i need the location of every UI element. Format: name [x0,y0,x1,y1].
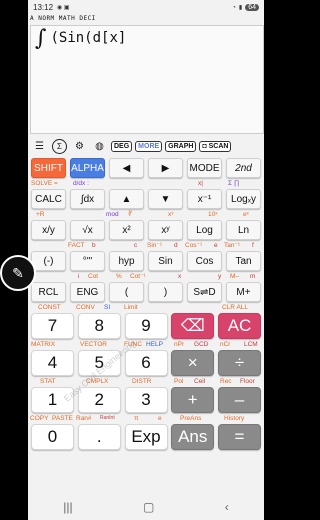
camera-icon: ◘ [202,142,207,150]
secondary-labels-7: STAT CMPLX DISTR Pol Ceil Rec Floor [40,378,255,385]
more-button[interactable]: MORE [135,140,163,152]
negative-button[interactable]: (-) [31,251,66,271]
key-7[interactable]: 7 [31,313,74,339]
gear-icon[interactable]: ⚙ [71,138,88,155]
shift-button[interactable]: SHIFT [31,158,66,178]
back-icon[interactable]: ‹ [225,500,229,514]
backspace-icon: ⌫ [180,316,205,335]
fraction-button[interactable]: x/y [31,220,66,240]
key-9[interactable]: 9 [124,313,168,339]
second-button[interactable]: 2nd [226,158,261,178]
right-paren-button[interactable]: ) [148,282,183,302]
sin-button[interactable]: Sin [148,251,183,271]
tan-button[interactable]: Tan [226,251,261,271]
log-button[interactable]: Log [187,220,222,240]
decimal-button[interactable]: . [77,424,121,450]
graph-button[interactable]: GRAPH [165,140,197,152]
power-button[interactable]: xʸ [148,220,183,240]
rcl-button[interactable]: RCL [31,282,66,302]
integral-button[interactable]: ∫dx [70,189,105,209]
navigation-bar: ||| ▢ ‹ [28,494,264,520]
menu-icon[interactable]: ☰ [31,138,48,155]
multiply-button[interactable]: × [171,350,215,376]
secondary-labels-2: +R mod ∛ x³ 10ˣ eˣ [36,211,249,218]
logxy-button[interactable]: Logₓy [226,189,261,209]
calc-button[interactable]: CALC [31,189,66,209]
ac-button[interactable]: AC [218,313,261,339]
phone-screen: 13:12 ◉ ▣ ◔ ▮ 64 A NORM MATH DECI ∫ (Sin… [28,0,264,520]
plus-button[interactable]: + [171,387,215,413]
cos-button[interactable]: Cos [187,251,222,271]
key-8[interactable]: 8 [77,313,121,339]
toolbar: ☰ Σ ⚙ ◍ DEG MORE GRAPH ◘ SCAN [28,136,264,156]
cursor-left-button[interactable]: ◀ [109,158,144,178]
hyp-button[interactable]: hyp [109,251,144,271]
status-bar: 13:12 ◉ ▣ ◔ ▮ 64 [28,0,264,15]
pen-overlay-icon[interactable]: ✎ [0,255,36,291]
signal-icon: ▮ [238,5,243,11]
key-3[interactable]: 3 [124,387,168,413]
cursor-up-button[interactable]: ▲ [109,189,144,209]
palette-icon[interactable]: ◍ [91,138,108,155]
exp-button[interactable]: Exp [124,424,168,450]
eng-button[interactable]: ENG [70,282,105,302]
cursor-right-button[interactable]: ▶ [148,158,183,178]
key-6[interactable]: 6 [124,350,168,376]
sigma-icon[interactable]: Σ [51,138,68,155]
calculator-display[interactable]: ∫ (Sin(d[x] [30,25,264,134]
left-paren-button[interactable]: ( [109,282,144,302]
keypad: SHIFT ALPHA ◀ ▶ MODE 2nd SOLVE = d/dx : … [28,157,264,451]
secondary-labels-3: FACT b c Sin⁻¹ d Cos⁻¹ e Tan⁻¹ f [68,242,254,249]
degree-button[interactable]: °'" [70,251,105,271]
square-button[interactable]: x² [109,220,144,240]
expression-text: (Sin(d[x] [50,30,127,46]
key-0[interactable]: 0 [31,424,74,450]
wifi-icon: ◔ [232,4,236,11]
ans-button[interactable]: Ans [171,424,215,450]
secondary-labels-6: MATRIX VECTOR FUNC HELP nPr GCD nCr LCM [31,341,258,348]
deg-button[interactable]: DEG [111,140,133,152]
secondary-labels-4: i Cot % Cot⁻¹ x y M– m [78,273,256,280]
secondary-labels-5: CONST CONV SI Limit CLR ALL [38,304,249,311]
delete-button[interactable]: ⌫ [171,313,215,339]
scan-button[interactable]: ◘ SCAN [199,140,232,152]
minus-button[interactable]: – [218,387,261,413]
battery-indicator: 64 [245,4,259,11]
reciprocal-button[interactable]: x⁻¹ [187,189,222,209]
mode-button[interactable]: MODE [187,158,222,178]
mplus-button[interactable]: M+ [226,282,261,302]
recent-apps-icon[interactable]: ||| [63,500,72,514]
sd-button[interactable]: S⇌D [187,282,222,302]
expression: ∫ (Sin(d[x] [35,26,127,51]
clock: 13:12 [33,3,54,12]
alpha-button[interactable]: ALPHA [70,158,105,178]
divide-button[interactable]: ÷ [218,350,261,376]
key-4[interactable]: 4 [31,350,74,376]
ln-button[interactable]: Ln [226,220,261,240]
key-2[interactable]: 2 [77,387,121,413]
sqrt-button[interactable]: √x [70,220,105,240]
mode-indicator: A NORM MATH DECI [30,15,96,22]
secondary-labels-1: SOLVE = d/dx : x| Σ ∏ [31,180,240,187]
home-icon[interactable]: ▢ [143,500,154,514]
integral-icon: ∫ [35,26,47,51]
secondary-labels-8: COPY PASTE Ran# RanInt π e PreAns Histor… [30,415,245,422]
equals-button[interactable]: = [218,424,261,450]
notification-icon: ◉ ▣ [57,5,70,11]
cursor-down-button[interactable]: ▼ [148,189,183,209]
